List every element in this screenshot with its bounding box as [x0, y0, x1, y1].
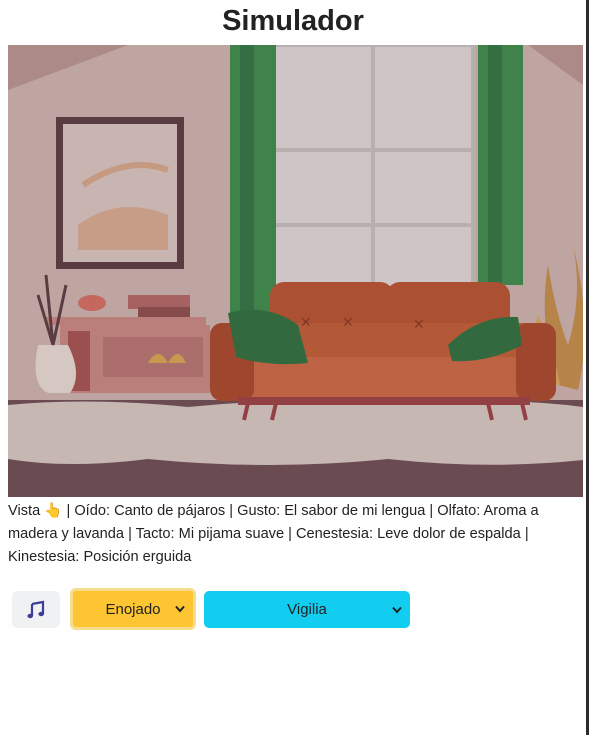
mood-select-value: Enojado — [105, 600, 161, 618]
sense-tacto: Tacto: Mi pijama suave — [135, 526, 285, 542]
pointing-hand-icon: 👆 — [44, 503, 63, 519]
sense-kinestesia: Kinestesia: Posición erguida — [8, 549, 192, 565]
senses-description: Vista 👆 | Oído: Canto de pájaros | Gusto… — [8, 503, 539, 565]
state-select[interactable]: Vigilia — [204, 591, 410, 628]
chevron-down-icon — [392, 606, 402, 614]
music-button[interactable] — [12, 591, 60, 628]
living-room-illustration: ✕ ✕ ✕ — [8, 45, 583, 497]
sense-gusto: Gusto: El sabor de mi lengua — [237, 503, 426, 519]
sense-vista: Vista 👆 — [8, 503, 63, 519]
sense-oido: Oído: Canto de pájaros — [74, 503, 226, 519]
sense-cenestesia: Cenestesia: Leve dolor de espalda — [296, 526, 521, 542]
state-select-value: Vigilia — [287, 601, 327, 618]
chevron-down-icon — [175, 605, 185, 613]
page-title: Simulador — [222, 5, 364, 37]
music-note-icon — [27, 600, 45, 618]
mood-select[interactable]: Enojado — [70, 588, 196, 630]
